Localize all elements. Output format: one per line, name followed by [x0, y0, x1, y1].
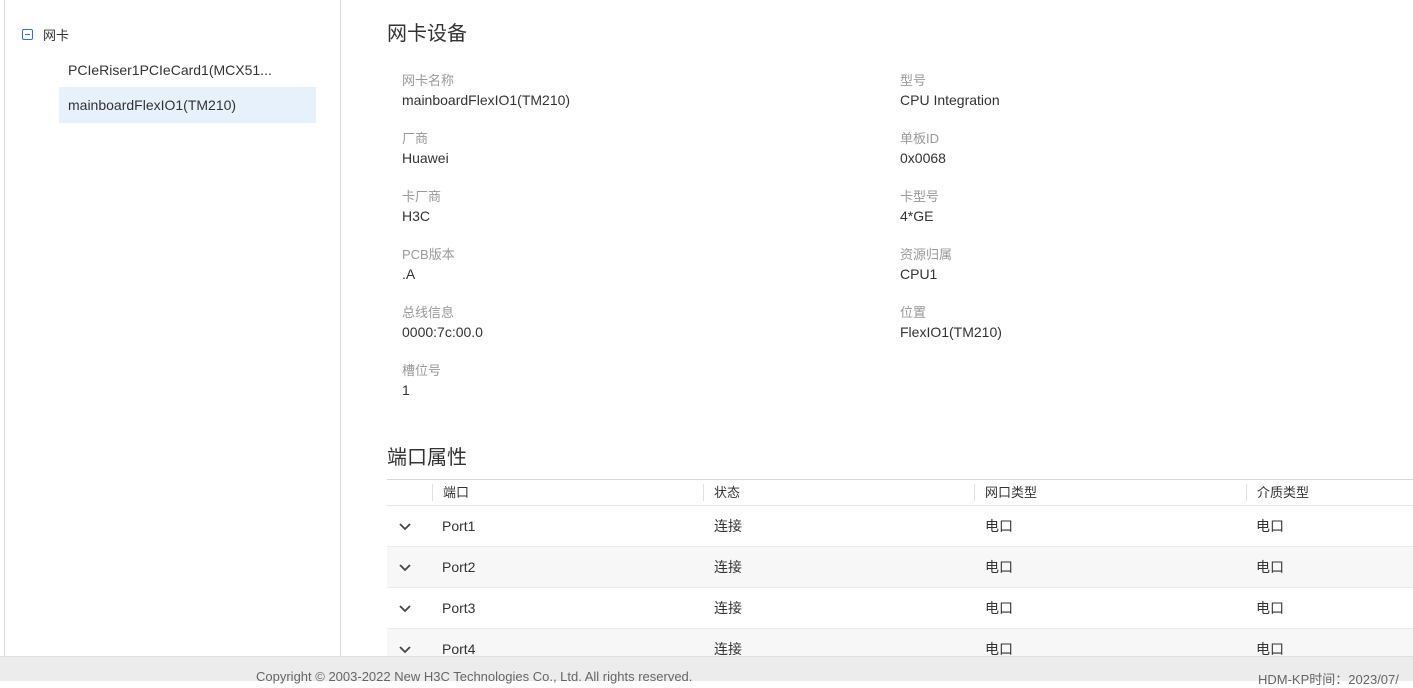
column-header-port[interactable]: 端口: [432, 484, 469, 501]
field-bus-info: 总线信息 0000:7c:00.0: [402, 305, 483, 340]
collapse-minus-icon[interactable]: [22, 28, 33, 40]
cell-port: Port4: [442, 641, 476, 656]
footer-copyright: Copyright © 2003-2022 New H3C Technologi…: [256, 669, 693, 684]
cell-media-type: 电口: [1256, 559, 1284, 575]
table-row[interactable]: Port3 连接 电口 电口: [387, 588, 1413, 629]
cell-status: 连接: [714, 518, 742, 534]
field-slot: 槽位号 1: [402, 363, 442, 398]
field-card-model: 卡型号 4*GE: [900, 189, 940, 224]
table-header: 端口 状态 网口类型 介质类型: [387, 479, 1413, 506]
cell-port-type: 电口: [985, 518, 1013, 534]
field-location: 位置 FlexIO1(TM210): [900, 305, 1002, 340]
cell-port-type: 电口: [985, 600, 1013, 616]
field-resource-owner: 资源归属 CPU1: [900, 247, 953, 282]
column-header-status[interactable]: 状态: [703, 484, 740, 501]
tree-root-nic[interactable]: 网卡: [22, 24, 69, 44]
field-model: 型号 CPU Integration: [900, 73, 1000, 108]
device-section-title: 网卡设备: [387, 23, 467, 45]
field-vendor: 厂商 Huawei: [402, 131, 449, 166]
cell-port-type: 电口: [985, 559, 1013, 575]
cell-port: Port3: [442, 600, 476, 616]
cell-port-type: 电口: [985, 641, 1013, 656]
field-card-vendor: 卡厂商 H3C: [402, 189, 442, 224]
footer-hdm-time: HDM-KP时间：2023/07/: [1258, 672, 1399, 687]
tree-item-pcie-card[interactable]: PCIeRiser1PCIeCard1(MCX51...: [59, 52, 316, 88]
chevron-down-icon[interactable]: [398, 642, 412, 656]
cell-media-type: 电口: [1256, 600, 1284, 616]
footer: Copyright © 2003-2022 New H3C Technologi…: [0, 656, 1413, 687]
cell-port: Port2: [442, 559, 476, 575]
tree-item-mainboard-flexio[interactable]: mainboardFlexIO1(TM210): [59, 87, 316, 123]
tree-root-label: 网卡: [43, 27, 70, 43]
chevron-down-icon[interactable]: [398, 519, 412, 533]
chevron-down-icon[interactable]: [398, 560, 412, 574]
column-header-media-type[interactable]: 介质类型: [1246, 484, 1309, 501]
cell-media-type: 电口: [1256, 518, 1284, 534]
ports-table: 端口 状态 网口类型 介质类型 Port1 连接 电口 电口 Port2 连接 …: [387, 479, 1413, 656]
column-header-port-type[interactable]: 网口类型: [974, 484, 1037, 501]
field-pcb-version: PCB版本 .A: [402, 247, 455, 282]
cell-media-type: 电口: [1256, 641, 1284, 656]
cell-status: 连接: [714, 641, 742, 656]
cell-port: Port1: [442, 518, 476, 534]
table-row[interactable]: Port4 连接 电口 电口: [387, 629, 1413, 656]
table-row[interactable]: Port1 连接 电口 电口: [387, 506, 1413, 547]
main-content: 网卡设备 网卡名称 mainboardFlexIO1(TM210) 厂商 Hua…: [341, 0, 1413, 656]
table-row[interactable]: Port2 连接 电口 电口: [387, 547, 1413, 588]
cell-status: 连接: [714, 600, 742, 616]
chevron-down-icon[interactable]: [398, 601, 412, 615]
field-nic-name: 网卡名称 mainboardFlexIO1(TM210): [402, 73, 571, 108]
nic-tree-panel: 网卡 PCIeRiser1PCIeCard1(MCX51... mainboar…: [5, 0, 341, 656]
field-board-id: 单板ID 0x0068: [900, 131, 946, 166]
ports-section-title: 端口属性: [387, 447, 467, 469]
cell-status: 连接: [714, 559, 742, 575]
